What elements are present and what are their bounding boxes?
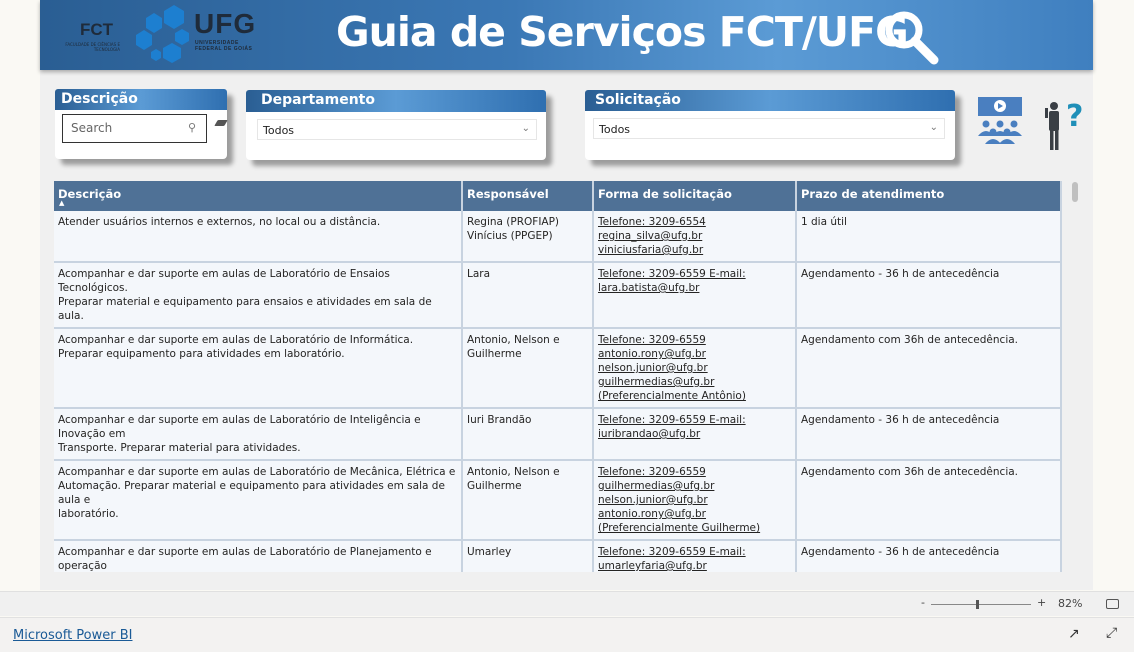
- chevron-down-icon: ⌄: [929, 122, 938, 133]
- fct-logo-subtitle: FACULDADE DE CIÊNCIAS E TECNOLOGIA: [65, 42, 120, 52]
- contact-link[interactable]: nelson.junior@ufg.br: [598, 361, 791, 375]
- cell-responsavel: Umarley: [463, 541, 594, 572]
- cell-responsavel: Regina (PROFIAP) Vinícius (PPGEP): [463, 211, 594, 261]
- contact-link[interactable]: lara.batista@ufg.br: [598, 281, 791, 295]
- contact-link[interactable]: antonio.rony@ufg.br: [598, 507, 791, 521]
- departamento-slicer-title: Departamento: [246, 90, 546, 112]
- contact-link[interactable]: Telefone: 3209-6559 E-mail:: [598, 545, 791, 559]
- departamento-value: Todos: [263, 124, 295, 137]
- column-header-prazo[interactable]: Prazo de atendimento: [797, 181, 1062, 211]
- table-body: Atender usuários internos e externos, no…: [54, 211, 1062, 572]
- table-row: Acompanhar e dar suporte em aulas de Lab…: [54, 263, 1062, 329]
- search-magnifier-icon[interactable]: [880, 8, 942, 68]
- cell-prazo: Agendamento com 36h de antecedência.: [797, 461, 1062, 539]
- cell-responsavel: Antonio, Nelson e Guilherme: [463, 461, 594, 539]
- contact-link[interactable]: regina_silva@ufg.br: [598, 229, 791, 243]
- cell-forma: Telefone: 3209-6559 E-mail: iuribrandao@u…: [594, 409, 797, 459]
- cell-descricao: Acompanhar e dar suporte em aulas de Lab…: [54, 461, 463, 539]
- table-header: Descrição ▲ Responsável Forma de solicita…: [54, 181, 1062, 211]
- column-header-descricao[interactable]: Descrição ▲: [54, 181, 463, 211]
- cell-descricao: Acompanhar e dar suporte em aulas de Lab…: [54, 409, 463, 459]
- fullscreen-expand-icon[interactable]: ⤢: [1106, 625, 1117, 641]
- cell-descricao: Acompanhar e dar suporte em aulas de Lab…: [54, 329, 463, 407]
- ufg-logo: UFG: [194, 8, 257, 39]
- ufg-hexagon-logo-icon: [136, 5, 189, 63]
- contact-link[interactable]: Telefone: 3209-6554: [598, 215, 791, 229]
- contact-link[interactable]: Telefone: 3209-6559 E-mail:: [598, 413, 791, 427]
- sort-ascending-icon: ▲: [59, 199, 65, 207]
- zoom-slider-thumb[interactable]: [976, 600, 979, 609]
- solicitacao-slicer-title: Solicitação: [585, 90, 955, 111]
- ufg-sub-line2: FEDERAL DE GOIÁS: [195, 46, 253, 52]
- video-tutorial-icon[interactable]: [976, 96, 1024, 146]
- ufg-logo-subtitle: UNIVERSIDADE FEDERAL DE GOIÁS: [195, 40, 252, 52]
- cell-responsavel: Lara: [463, 263, 594, 327]
- table-row: Acompanhar e dar suporte em aulas de Lab…: [54, 329, 1062, 409]
- cell-forma: Telefone: 3209-6559 E-mail: lara.batista@…: [594, 263, 797, 327]
- cell-descricao: Atender usuários internos e externos, no…: [54, 211, 463, 261]
- help-person-question-icon[interactable]: ?: [1042, 96, 1088, 152]
- descricao-search-input[interactable]: Search ⚲: [62, 114, 207, 143]
- descricao-slicer-title: Descrição: [55, 89, 227, 110]
- cell-prazo: Agendamento - 36 h de antecedência: [797, 263, 1062, 327]
- table-row: Acompanhar e dar suporte em aulas de Lab…: [54, 541, 1062, 572]
- fit-to-page-icon[interactable]: [1106, 599, 1119, 609]
- power-bi-link[interactable]: Microsoft Power BI: [13, 628, 132, 643]
- cell-responsavel: Iuri Brandão: [463, 409, 594, 459]
- contact-link[interactable]: viniciusfaria@ufg.br: [598, 243, 791, 257]
- table-row: Atender usuários internos e externos, no…: [54, 211, 1062, 263]
- zoom-in-button[interactable]: +: [1037, 596, 1046, 609]
- contact-link[interactable]: antonio.rony@ufg.br: [598, 347, 791, 361]
- solicitacao-dropdown[interactable]: Todos ⌄: [593, 118, 945, 139]
- cell-forma: Telefone: 3209-6559 antonio.rony@ufg.br ne…: [594, 329, 797, 407]
- contact-link[interactable]: guilhermedias@ufg.br: [598, 375, 791, 389]
- table-scrollbar[interactable]: [1072, 182, 1078, 202]
- cell-prazo: Agendamento - 36 h de antecedência: [797, 541, 1062, 572]
- solicitacao-slicer: Solicitação Todos ⌄: [585, 90, 955, 160]
- zoom-bar: - + 82%: [0, 591, 1134, 616]
- cell-forma: Telefone: 3209-6554 regina_silva@ufg.br vi…: [594, 211, 797, 261]
- solicitacao-value: Todos: [599, 123, 631, 136]
- zoom-out-button[interactable]: -: [921, 596, 925, 609]
- contact-link[interactable]: Telefone: 3209-6559: [598, 465, 791, 479]
- column-header-forma[interactable]: Forma de solicitação: [594, 181, 797, 211]
- contact-link[interactable]: umarleyfaria@ufg.br: [598, 559, 791, 572]
- footer-bar: Microsoft Power BI ↗ ⤢: [0, 617, 1134, 652]
- share-icon[interactable]: ↗: [1068, 626, 1080, 642]
- svg-text:?: ?: [1066, 99, 1083, 134]
- departamento-dropdown[interactable]: Todos ⌄: [257, 119, 537, 140]
- search-icon: ⚲: [187, 121, 196, 134]
- header-banner: FCT FACULDADE DE CIÊNCIAS E TECNOLOGIA U…: [40, 0, 1093, 70]
- table-row: Acompanhar e dar suporte em aulas de Lab…: [54, 409, 1062, 461]
- page-title: Guia de Serviços FCT/UFG: [336, 8, 909, 56]
- fct-logo: FCT: [80, 20, 114, 39]
- contact-link[interactable]: (Preferencialmente Guilherme): [598, 521, 791, 535]
- chevron-down-icon: ⌄: [521, 123, 530, 134]
- column-header-responsavel[interactable]: Responsável: [463, 181, 594, 211]
- report-canvas: FCT FACULDADE DE CIÊNCIAS E TECNOLOGIA U…: [40, 0, 1093, 590]
- cell-descricao: Acompanhar e dar suporte em aulas de Lab…: [54, 263, 463, 327]
- table-row: Acompanhar e dar suporte em aulas de Lab…: [54, 461, 1062, 541]
- contact-link[interactable]: guilhermedias@ufg.br: [598, 479, 791, 493]
- cell-forma: Telefone: 3209-6559 guilhermedias@ufg.br n…: [594, 461, 797, 539]
- contact-link[interactable]: iuribrandao@ufg.br: [598, 427, 791, 441]
- contact-link[interactable]: (Preferencialmente Antônio): [598, 389, 791, 403]
- cell-prazo: Agendamento - 36 h de antecedência: [797, 409, 1062, 459]
- zoom-level: 82%: [1058, 597, 1083, 610]
- contact-link[interactable]: nelson.junior@ufg.br: [598, 493, 791, 507]
- cell-prazo: 1 dia útil: [797, 211, 1062, 261]
- cell-forma: Telefone: 3209-6559 E-mail: umarleyfaria@…: [594, 541, 797, 572]
- search-placeholder: Search: [71, 121, 113, 135]
- services-table: Descrição ▲ Responsável Forma de solicita…: [54, 181, 1062, 572]
- cell-descricao: Acompanhar e dar suporte em aulas de Lab…: [54, 541, 463, 572]
- departamento-slicer: Departamento Todos ⌄: [246, 90, 546, 160]
- cell-responsavel: Antonio, Nelson e Guilherme: [463, 329, 594, 407]
- contact-link[interactable]: Telefone: 3209-6559 E-mail:: [598, 267, 791, 281]
- zoom-slider[interactable]: [931, 600, 1031, 609]
- contact-link[interactable]: Telefone: 3209-6559: [598, 333, 791, 347]
- cell-prazo: Agendamento com 36h de antecedência.: [797, 329, 1062, 407]
